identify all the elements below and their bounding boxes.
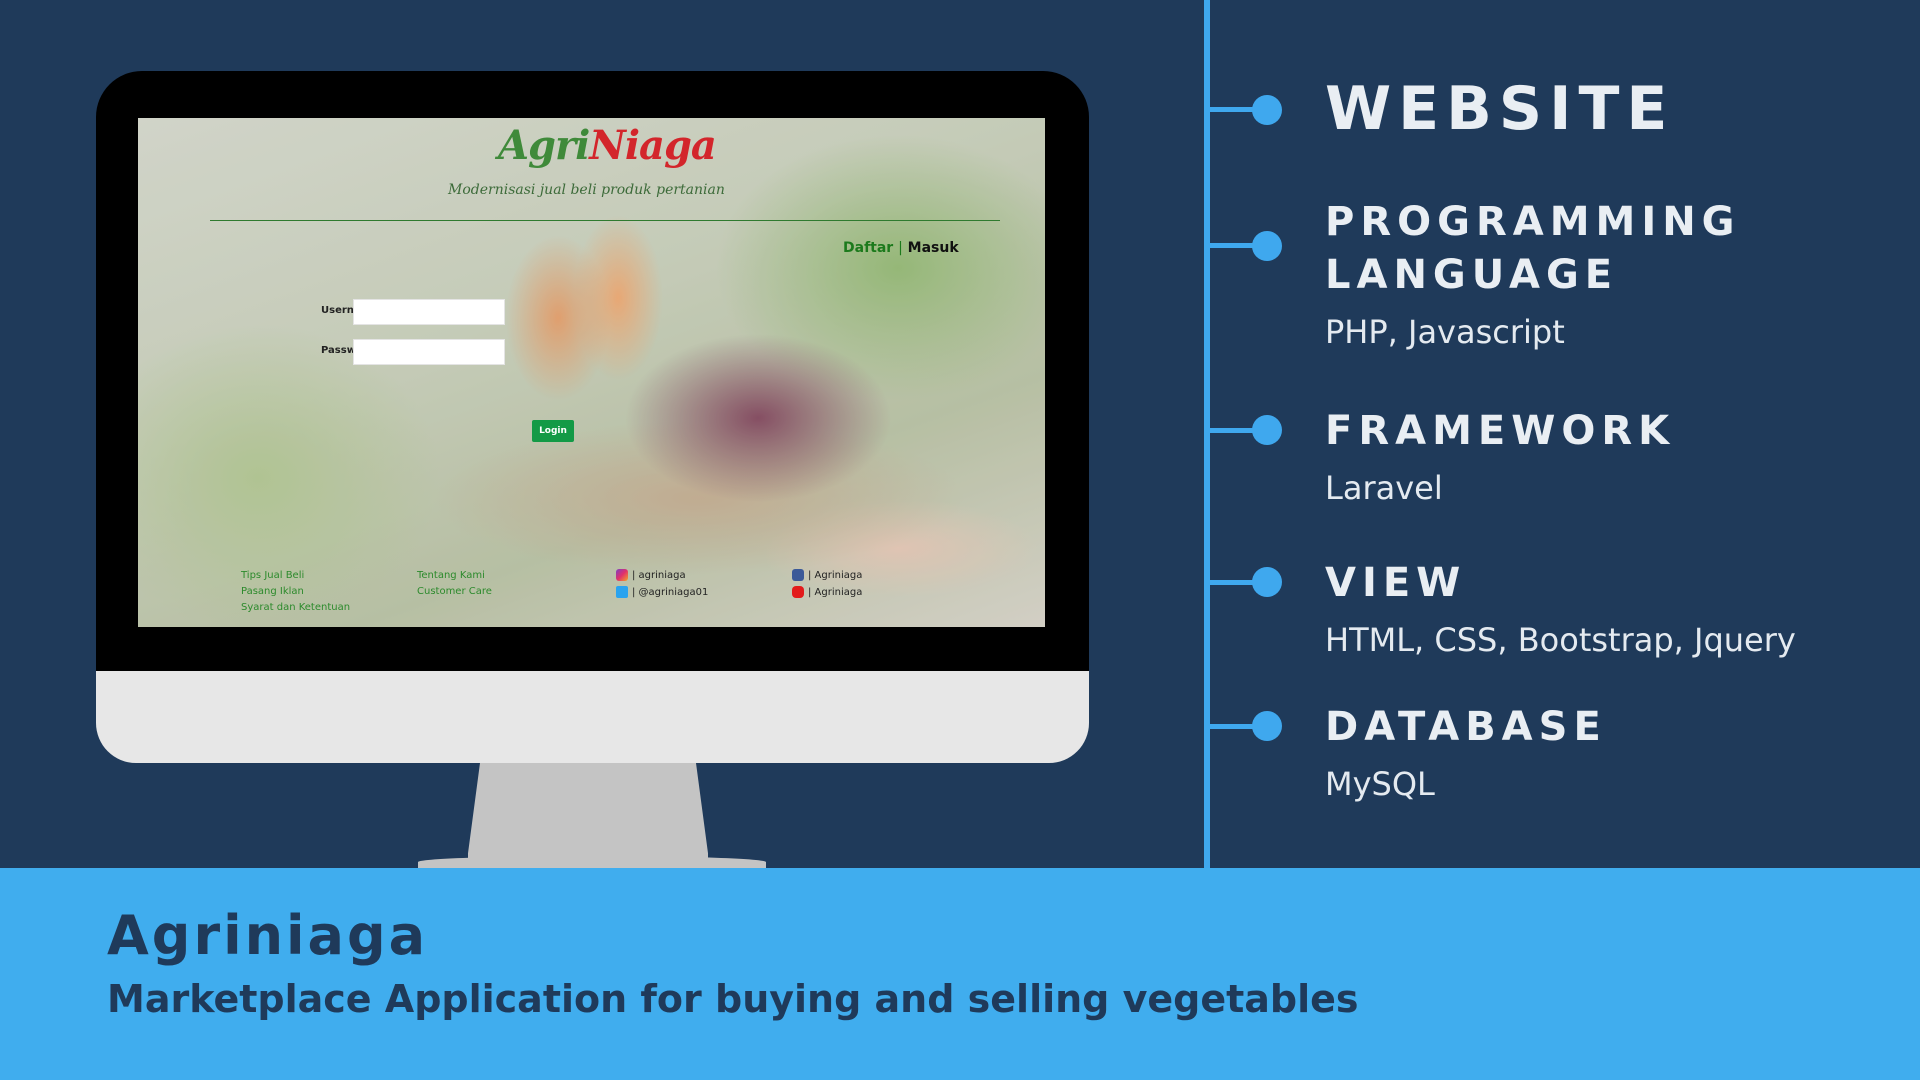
project-subtitle: Marketplace Application for buying and s…	[107, 977, 1359, 1021]
bottom-banner	[0, 868, 1920, 1080]
login-button[interactable]: Login	[532, 420, 574, 442]
monitor-stand-base	[418, 856, 766, 868]
database-value: MySQL	[1325, 765, 1435, 803]
website-screenshot: AgriNiaga Modernisasi jual beli produk p…	[138, 118, 1045, 627]
social-twitter[interactable]: | @agriniaga01	[616, 586, 708, 598]
instagram-icon	[616, 569, 628, 581]
footer-link-ads[interactable]: Pasang Iklan	[241, 586, 304, 597]
footer-link-about[interactable]: Tentang Kami	[417, 570, 485, 581]
timeline-connector	[1210, 107, 1254, 112]
password-input[interactable]	[353, 339, 505, 365]
logo-niaga: Niaga	[589, 122, 717, 169]
site-logo[interactable]: AgriNiaga	[498, 122, 717, 169]
heading-view: VIEW	[1325, 560, 1467, 606]
social-youtube[interactable]: | Agriniaga	[792, 586, 862, 598]
timeline-dot	[1252, 711, 1282, 741]
timeline-dot	[1252, 95, 1282, 125]
nav-login-link[interactable]: Masuk	[908, 240, 959, 256]
instagram-handle: | agriniaga	[632, 569, 686, 581]
view-value: HTML, CSS, Bootstrap, Jquery	[1325, 621, 1796, 659]
username-input[interactable]	[353, 299, 505, 325]
heading-programming-line2: LANGUAGE	[1325, 252, 1619, 298]
facebook-icon	[792, 569, 804, 581]
timeline-dot	[1252, 415, 1282, 445]
site-nav: Daftar | Masuk	[843, 240, 959, 256]
heading-programming-line1: PROGRAMMING	[1325, 199, 1741, 245]
nav-register-link[interactable]: Daftar	[843, 240, 893, 256]
footer-link-terms[interactable]: Syarat dan Ketentuan	[241, 602, 350, 613]
social-instagram[interactable]: | agriniaga	[616, 569, 686, 581]
twitter-handle: | @agriniaga01	[632, 586, 709, 598]
framework-value: Laravel	[1325, 469, 1443, 507]
timeline-connector	[1210, 243, 1254, 248]
youtube-handle: | Agriniaga	[808, 586, 863, 598]
project-title: Agriniaga	[107, 904, 429, 967]
nav-separator: |	[898, 240, 903, 256]
heading-framework: FRAMEWORK	[1325, 408, 1676, 454]
heading-database: DATABASE	[1325, 704, 1607, 750]
timeline-connector	[1210, 580, 1254, 585]
monitor-stand	[468, 763, 708, 868]
timeline-dot	[1252, 567, 1282, 597]
youtube-icon	[792, 586, 804, 598]
twitter-icon	[616, 586, 628, 598]
footer-link-care[interactable]: Customer Care	[417, 586, 492, 597]
timeline-connector	[1210, 724, 1254, 729]
heading-website: WEBSITE	[1325, 74, 1675, 144]
monitor-chin	[96, 671, 1089, 763]
timeline-dot	[1252, 231, 1282, 261]
header-divider	[210, 220, 1000, 221]
programming-value: PHP, Javascript	[1325, 313, 1565, 351]
timeline-connector	[1210, 428, 1254, 433]
logo-agri: Agri	[498, 122, 590, 169]
facebook-handle: | Agriniaga	[808, 569, 863, 581]
social-facebook[interactable]: | Agriniaga	[792, 569, 862, 581]
footer-link-tips[interactable]: Tips Jual Beli	[241, 570, 304, 581]
site-tagline: Modernisasi jual beli produk pertanian	[448, 182, 725, 198]
timeline-line	[1204, 0, 1210, 868]
